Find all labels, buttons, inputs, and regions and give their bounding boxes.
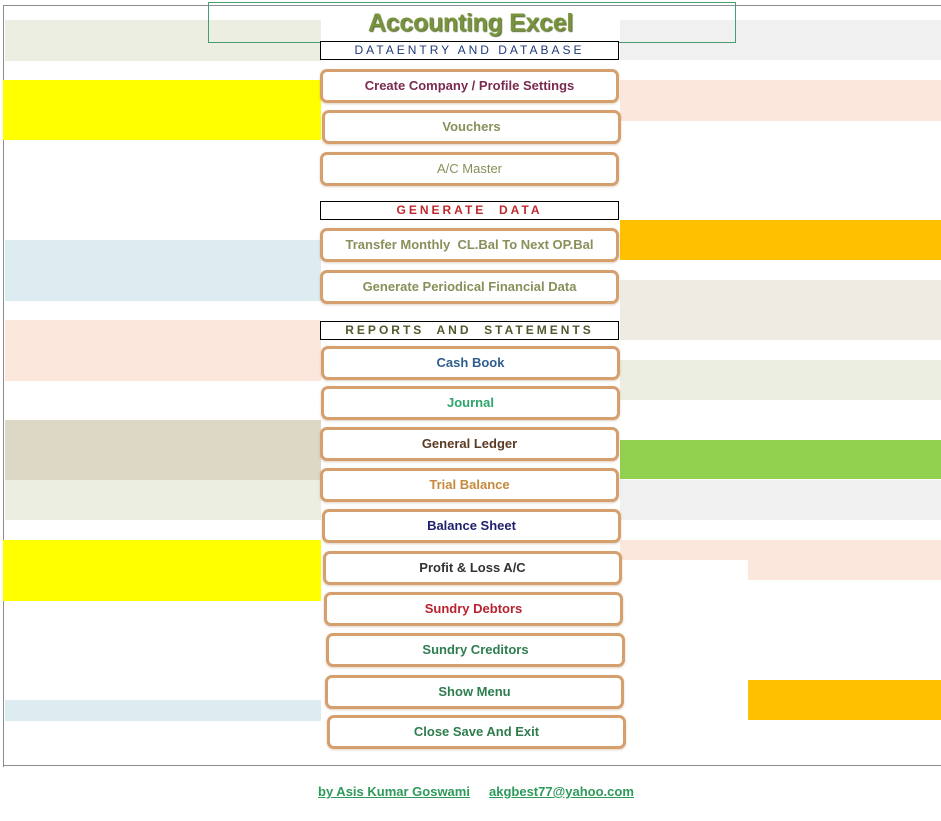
section-header-data-entry: DATAENTRY AND DATABASE: [320, 41, 619, 60]
band-right-peach-2a: [620, 540, 941, 560]
band-right-stone-1: [620, 280, 941, 340]
ac-master-button[interactable]: A/C Master: [320, 152, 619, 186]
band-left-yellow-2: [3, 540, 321, 601]
band-left-blue-1: [5, 240, 321, 301]
band-left-peach-1: [5, 320, 321, 381]
transfer-balance-button[interactable]: Transfer Monthly CL.Bal To Next OP.Bal: [320, 228, 619, 262]
section-header-reports: REPORTS AND STATEMENTS: [320, 321, 619, 340]
band-left-taupe-1: [5, 420, 321, 480]
profit-loss-button[interactable]: Profit & Loss A/C: [323, 551, 622, 585]
vouchers-button[interactable]: Vouchers: [322, 110, 621, 144]
show-menu-button[interactable]: Show Menu: [325, 675, 624, 709]
generate-periodical-data-button[interactable]: Generate Periodical Financial Data: [320, 270, 619, 304]
band-left-yellow-1: [3, 80, 321, 140]
balance-sheet-button[interactable]: Balance Sheet: [322, 509, 621, 543]
band-right-gray-2: [620, 480, 941, 520]
band-left-blue-2: [5, 700, 321, 721]
author-link[interactable]: by Asis Kumar Goswami: [318, 784, 470, 799]
create-company-button[interactable]: Create Company / Profile Settings: [320, 69, 619, 103]
journal-button[interactable]: Journal: [321, 386, 620, 420]
band-left-sage-2: [5, 480, 321, 520]
close-save-exit-button[interactable]: Close Save And Exit: [327, 715, 626, 749]
band-right-sage-1: [620, 360, 941, 400]
band-right-peach-2b: [748, 560, 941, 580]
sundry-debtors-button[interactable]: Sundry Debtors: [324, 592, 623, 626]
general-ledger-button[interactable]: General Ledger: [320, 427, 619, 461]
band-right-amber-1: [620, 220, 941, 260]
sheet-border-bottom: [3, 765, 941, 766]
email-link[interactable]: akgbest77@yahoo.com: [489, 784, 634, 799]
trial-balance-button[interactable]: Trial Balance: [320, 468, 619, 502]
section-header-generate-data: GENERATE DATA: [320, 201, 619, 220]
band-right-peach-1: [620, 80, 941, 121]
sundry-creditors-button[interactable]: Sundry Creditors: [326, 633, 625, 667]
band-right-green-1: [620, 440, 941, 479]
app-title: Accounting Excel: [368, 9, 573, 37]
cash-book-button[interactable]: Cash Book: [321, 346, 620, 380]
band-right-amber-2: [748, 680, 941, 720]
